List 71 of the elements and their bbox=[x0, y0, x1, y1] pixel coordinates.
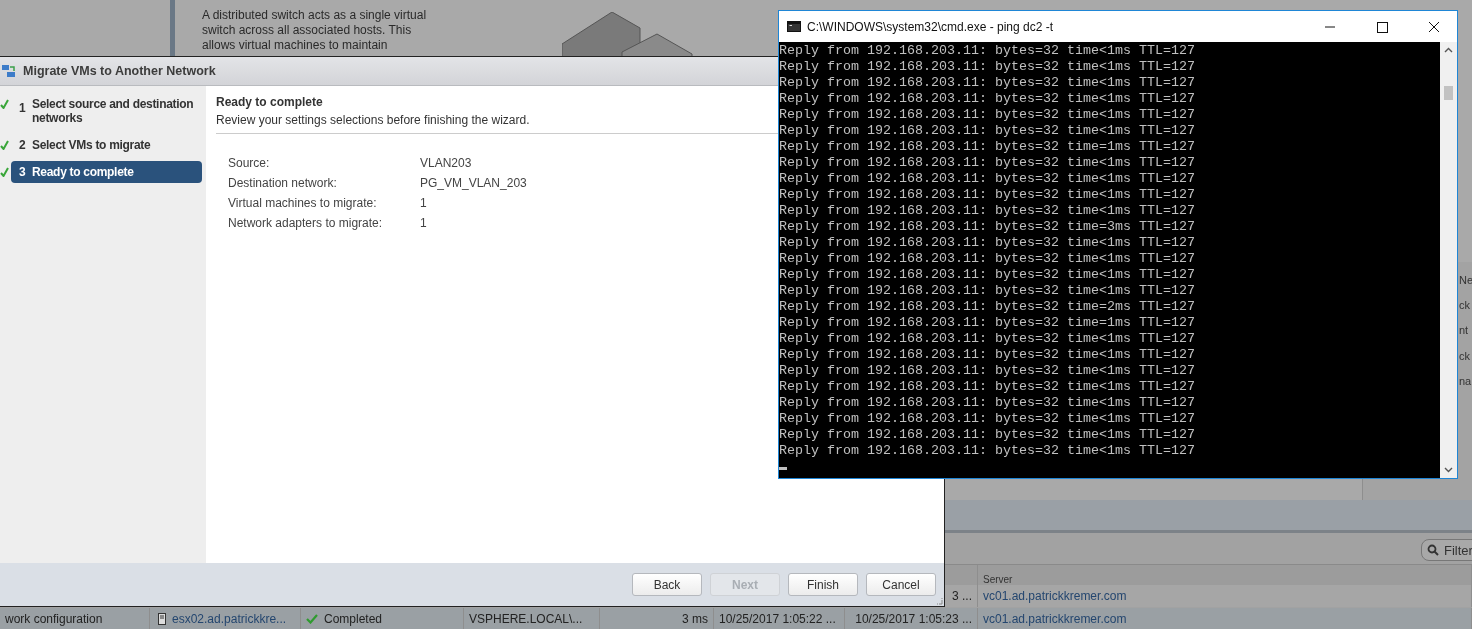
console-line: Reply from 192.168.203.11: bytes=32 time=1ms TTL=127 bbox=[779, 139, 1196, 155]
network-icon bbox=[2, 64, 16, 78]
console-line: Reply from 192.168.203.11: bytes=32 time<1ms TTL=127 bbox=[779, 251, 1196, 267]
scrollbar[interactable] bbox=[1440, 42, 1457, 478]
window-title: C:\WINDOWS\system32\cmd.exe - ping dc2 -t bbox=[807, 19, 1054, 34]
scroll-up-icon[interactable] bbox=[1444, 47, 1453, 53]
summary-value: 1 bbox=[420, 196, 427, 212]
text-cursor bbox=[779, 467, 787, 470]
scrollbar-thumb[interactable] bbox=[1444, 86, 1453, 100]
table-cell: 10/25/2017 1:05:23 ... bbox=[855, 611, 972, 626]
filter-field[interactable]: Filter bbox=[1421, 539, 1472, 561]
console-line: Reply from 192.168.203.11: bytes=32 time<1ms TTL=127 bbox=[779, 427, 1196, 443]
console-line: Reply from 192.168.203.11: bytes=32 time<1ms TTL=127 bbox=[779, 395, 1196, 411]
console-line: Reply from 192.168.203.11: bytes=32 time<1ms TTL=127 bbox=[779, 379, 1196, 395]
console-line: Reply from 192.168.203.11: bytes=32 time=3ms TTL=127 bbox=[779, 219, 1196, 235]
dialog-button[interactable]: Back bbox=[632, 573, 702, 596]
table-cell: 3 ms bbox=[682, 611, 708, 626]
console-line: Reply from 192.168.203.11: bytes=32 time<1ms TTL=127 bbox=[779, 411, 1196, 427]
console-line: Reply from 192.168.203.11: bytes=32 time<1ms TTL=127 bbox=[779, 443, 1196, 459]
panel-text: nt bbox=[1459, 323, 1469, 338]
check-icon bbox=[306, 613, 318, 624]
console-icon bbox=[787, 21, 801, 32]
table-cell: work configuration bbox=[5, 611, 103, 626]
table-link[interactable]: esx02.ad.patrickkre... bbox=[172, 611, 287, 626]
console-line: Reply from 192.168.203.11: bytes=32 time<1ms TTL=127 bbox=[779, 187, 1196, 203]
column-header[interactable]: Server bbox=[983, 574, 1013, 585]
wizard-step[interactable]: 1 Select source and destination networks bbox=[11, 93, 202, 129]
console-line: Reply from 192.168.203.11: bytes=32 time<1ms TTL=127 bbox=[779, 155, 1196, 171]
summary-label: Destination network: bbox=[228, 176, 338, 192]
panel-text: na bbox=[1459, 374, 1472, 389]
console-line: Reply from 192.168.203.11: bytes=32 time<1ms TTL=127 bbox=[779, 59, 1196, 75]
panel-text: ck bbox=[1459, 298, 1470, 313]
console-line: Reply from 192.168.203.11: bytes=32 time<1ms TTL=127 bbox=[779, 43, 1196, 59]
console-line: Reply from 192.168.203.11: bytes=32 time<1ms TTL=127 bbox=[779, 91, 1196, 107]
summary-label: Source: bbox=[228, 156, 271, 172]
panel-text: ck bbox=[1459, 349, 1470, 364]
search-icon bbox=[1427, 544, 1439, 556]
scroll-down-icon[interactable] bbox=[1444, 467, 1453, 473]
table-cell: 3 ... bbox=[952, 589, 972, 603]
description-text: A distributed switch acts as a single virtual bbox=[202, 8, 427, 23]
console-line: Reply from 192.168.203.11: bytes=32 time<1ms TTL=127 bbox=[779, 283, 1196, 299]
server-icon bbox=[158, 612, 166, 625]
console-line: Reply from 192.168.203.11: bytes=32 time<1ms TTL=127 bbox=[779, 171, 1196, 187]
resize-grip-icon[interactable] bbox=[935, 597, 943, 605]
table-link[interactable]: vc01.ad.patrickkremer.com bbox=[983, 589, 1127, 603]
console-line: Reply from 192.168.203.11: bytes=32 time<1ms TTL=127 bbox=[779, 75, 1196, 91]
dialog-button[interactable]: Cancel bbox=[866, 573, 936, 596]
summary-value: 1 bbox=[420, 216, 427, 232]
summary-label: Virtual machines to migrate: bbox=[228, 196, 378, 212]
console-line: Reply from 192.168.203.11: bytes=32 time<1ms TTL=127 bbox=[779, 347, 1196, 363]
dialog-button[interactable]: Finish bbox=[788, 573, 858, 596]
console-line: Reply from 192.168.203.11: bytes=32 time<1ms TTL=127 bbox=[779, 235, 1196, 251]
summary-value: PG_VM_VLAN_203 bbox=[420, 176, 527, 192]
page-heading: Ready to complete bbox=[216, 95, 323, 109]
console-line: Reply from 192.168.203.11: bytes=32 time<1ms TTL=127 bbox=[779, 331, 1196, 347]
table-cell: VSPHERE.LOCAL\... bbox=[469, 611, 583, 626]
console-line: Reply from 192.168.203.11: bytes=32 time=1ms TTL=127 bbox=[779, 315, 1196, 331]
dialog-title: Migrate VMs to Another Network bbox=[23, 64, 216, 78]
console-line: Reply from 192.168.203.11: bytes=32 time<1ms TTL=127 bbox=[779, 363, 1196, 379]
console-line: Reply from 192.168.203.11: bytes=32 time=2ms TTL=127 bbox=[779, 299, 1196, 315]
console-line: Reply from 192.168.203.11: bytes=32 time<1ms TTL=127 bbox=[779, 267, 1196, 283]
description-text: switch across all associated hosts. This bbox=[202, 23, 413, 38]
console-line: Reply from 192.168.203.11: bytes=32 time<1ms TTL=127 bbox=[779, 203, 1196, 219]
wizard-step[interactable]: 2 Select VMs to migrate bbox=[11, 134, 202, 156]
table-cell: 10/25/2017 1:05:22 ... bbox=[719, 611, 836, 626]
description-text: allows virtual machines to maintain bbox=[202, 38, 389, 53]
table-link[interactable]: vc01.ad.patrickkremer.com bbox=[983, 611, 1127, 626]
summary-label: Network adapters to migrate: bbox=[228, 216, 384, 232]
table-cell: Completed bbox=[324, 611, 383, 626]
panel-text: Ne bbox=[1459, 273, 1472, 288]
summary-value: VLAN203 bbox=[420, 156, 472, 172]
